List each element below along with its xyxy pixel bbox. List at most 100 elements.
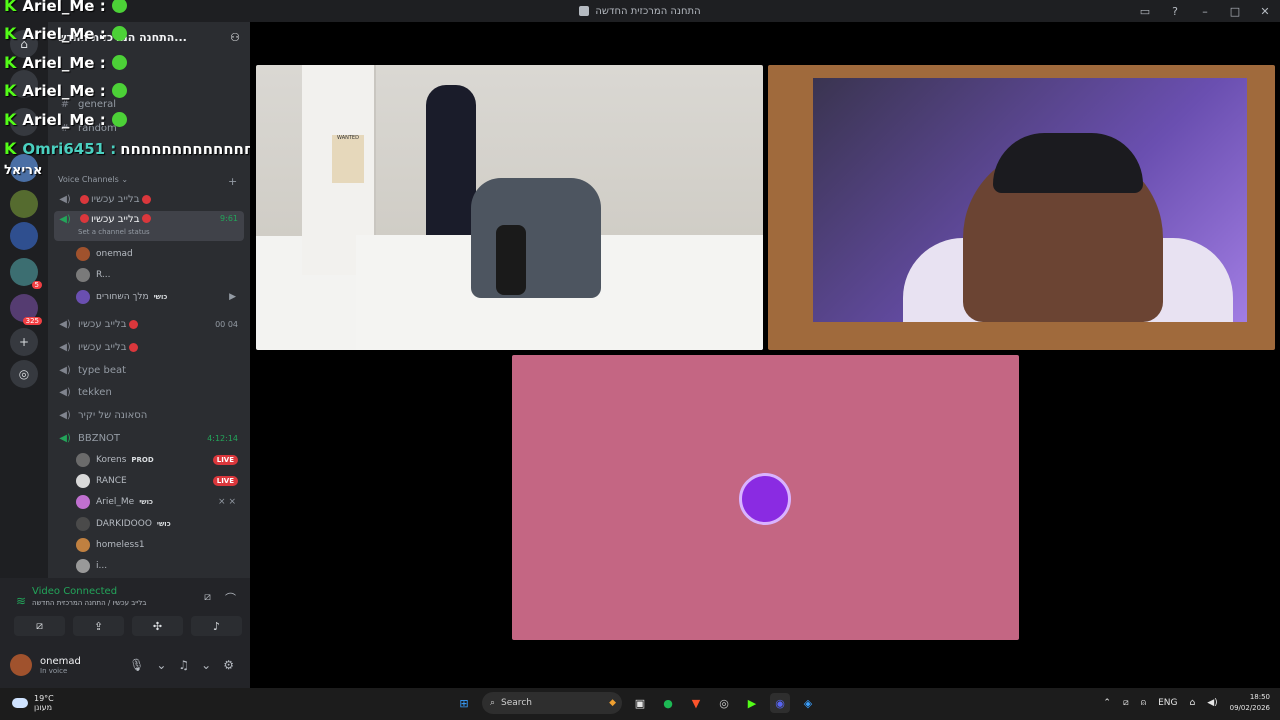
disconnect-icon[interactable]: ⌒ <box>225 590 236 606</box>
member-name: onemad <box>96 249 133 259</box>
voice-category[interactable]: Voice Channels ⌄ + <box>58 175 237 188</box>
help-icon[interactable]: ? <box>1160 5 1190 18</box>
chevron-down-icon[interactable]: ⌄ <box>201 658 211 672</box>
voice-controls-right: ⧄ ⌒ <box>204 590 236 606</box>
speaker-icon: ◀) <box>59 364 71 376</box>
chevron-up-icon[interactable]: ⌃ <box>1103 698 1111 708</box>
weather-temp: 19°C <box>34 694 54 703</box>
server-icon-8[interactable]: 325 <box>10 294 42 325</box>
brave-icon[interactable]: ▼ <box>686 693 706 713</box>
screen-share-button[interactable]: ⇪ <box>73 616 124 636</box>
window-controls: ▭ ? – □ ✕ <box>1130 0 1280 22</box>
windows-start-icon[interactable]: ⊞ <box>454 693 474 713</box>
video-tile-1[interactable]: WANTED <box>256 65 763 350</box>
voice-member[interactable]: מלך השחורים כושי ▶ <box>76 287 244 307</box>
channel-label: בלייב עכשיו <box>91 214 140 225</box>
voice-channel-1[interactable]: ◀) בלייב עכשיו <box>54 189 244 209</box>
minimize-button[interactable]: – <box>1190 5 1220 18</box>
kick-icon: K <box>4 53 17 72</box>
noise-suppression-icon[interactable]: ⧄ <box>204 590 211 606</box>
chat-user: Ariel_Me : <box>22 0 106 15</box>
chat-user: Ariel_Me : <box>22 53 106 72</box>
unread-badge: 5 <box>31 281 42 289</box>
clock[interactable]: 18:50 09/02/2026 <box>1230 692 1270 714</box>
voice-channel-bbznot[interactable]: ◀) BBZNOT 4:12:14 <box>54 428 244 448</box>
voice-channel-text[interactable]: בלייב עכשיו / התחנה המרכזית החדשה <box>32 599 146 607</box>
voice-member[interactable]: DARKIDOOO כושי <box>76 514 244 534</box>
search-highlight-icon: ◆ <box>609 698 616 708</box>
voice-channel-tekken[interactable]: ◀) tekken <box>54 382 244 402</box>
chat-overlay-line: K Ariel_Me : <box>4 24 127 43</box>
member-name: RANCE <box>96 476 127 486</box>
language-indicator[interactable]: ENG <box>1158 698 1177 708</box>
voice-member[interactable]: R... <box>76 265 244 285</box>
chat-overlay-line: K Ariel_Me : <box>4 0 127 15</box>
voice-member[interactable]: RANCE LIVE <box>76 471 244 491</box>
member-name: Korens <box>96 455 127 465</box>
voice-member[interactable]: homeless1 <box>76 535 244 555</box>
volume-icon[interactable]: ◀) <box>1207 698 1217 708</box>
channel-status[interactable]: Set a channel status <box>78 228 150 236</box>
discord-icon[interactable]: ◉ <box>770 693 790 713</box>
kick-icon: K <box>4 139 17 158</box>
server-icon-6[interactable] <box>10 222 38 250</box>
hash-icon: # <box>60 98 70 110</box>
spotify-icon[interactable]: ● <box>658 693 678 713</box>
voice-status-text[interactable]: Video Connected <box>32 586 146 597</box>
microphone-icon[interactable]: 🎙 <box>129 658 144 672</box>
inbox-icon[interactable]: ▭ <box>1130 5 1160 18</box>
camera-off-button[interactable]: ⧄ <box>14 616 65 636</box>
office-chair <box>471 178 601 298</box>
task-view-icon[interactable]: ▣ <box>630 693 650 713</box>
headphones-icon[interactable]: ♫ <box>178 658 189 672</box>
app-tray-icon[interactable]: ⧄ <box>1123 698 1129 708</box>
activities-button[interactable]: ✣ <box>132 616 183 636</box>
discover-icon[interactable]: ◎ <box>10 360 38 388</box>
network-icon[interactable]: ⌂ <box>1189 698 1195 708</box>
avatar <box>76 517 90 531</box>
voice-channel-4[interactable]: ◀) בלייב עכשיו <box>54 337 244 357</box>
voice-channel-type-beat[interactable]: ◀) type beat <box>54 360 244 380</box>
voice-status: ≋ Video Connected בלייב עכשיו / התחנה המ… <box>10 586 146 608</box>
person-hat <box>993 133 1143 193</box>
speaker-icon: ◀) <box>59 432 71 444</box>
close-button[interactable]: ✕ <box>1250 5 1280 18</box>
kick-app-icon[interactable]: ▶ <box>742 693 762 713</box>
soundboard-button[interactable]: ♪ <box>191 616 242 636</box>
voice-member[interactable]: Korens PROD LIVE <box>76 450 244 470</box>
voice-action-buttons: ⧄ ⇪ ✣ ♪ <box>14 616 242 636</box>
add-channel-icon[interactable]: + <box>228 175 237 188</box>
person-figure <box>426 85 476 245</box>
voice-member[interactable]: i... <box>76 556 244 576</box>
server-icon-5[interactable] <box>10 190 38 218</box>
avatar[interactable] <box>10 654 32 676</box>
video-tile-3[interactable] <box>512 355 1019 640</box>
emote-icon <box>111 83 127 98</box>
server-icon <box>579 6 590 16</box>
kick-icon: K <box>4 24 17 43</box>
live-dot-icon <box>128 319 138 329</box>
emote-icon <box>111 55 127 70</box>
muted-icon: ⨯ ⨯ <box>218 497 236 507</box>
app-icon[interactable]: ◎ <box>714 693 734 713</box>
gear-icon[interactable]: ⚙ <box>223 658 234 672</box>
add-member-icon[interactable]: ⚇ <box>230 31 240 44</box>
maximize-button[interactable]: □ <box>1220 5 1250 18</box>
microphone-icon[interactable]: ⍝ <box>1141 698 1146 708</box>
speaker-icon: ◀) <box>59 214 71 225</box>
weather-widget[interactable]: 19°C מעונן <box>12 694 54 712</box>
voice-channel-2[interactable]: ◀) בלייב עכשיו 9:61 Set a channel status <box>54 211 244 241</box>
video-tile-2[interactable] <box>768 65 1275 350</box>
store-icon[interactable]: ◈ <box>798 693 818 713</box>
voice-member[interactable]: onemad <box>76 244 244 264</box>
taskbar-search[interactable]: ⌕ Search ◆ <box>482 692 622 714</box>
chat-user: Omri6451 : <box>22 139 117 158</box>
server-icon-7[interactable]: 5 <box>10 258 42 289</box>
chat-user: Ariel_Me : <box>22 24 106 43</box>
speaker-icon: ◀) <box>59 193 71 205</box>
voice-member[interactable]: Ariel_Me כושי ⨯ ⨯ <box>76 492 244 512</box>
voice-channel-3[interactable]: ◀) בלייב עכשיו 00 04 <box>54 314 244 334</box>
chevron-down-icon[interactable]: ⌄ <box>156 658 166 672</box>
voice-channel-sauna[interactable]: ◀) הסאונה של יקיר <box>54 405 244 425</box>
add-server-icon[interactable]: + <box>10 328 38 356</box>
